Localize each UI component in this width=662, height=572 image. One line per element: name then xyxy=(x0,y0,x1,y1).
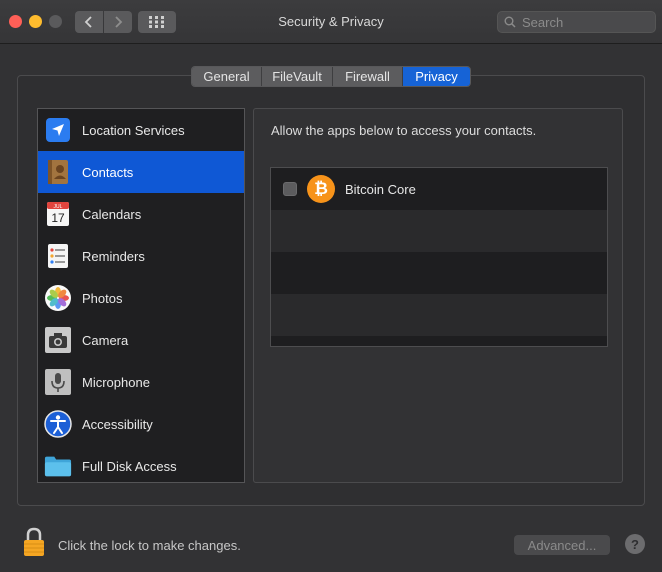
app-name: Bitcoin Core xyxy=(345,181,416,197)
lock-hint-text: Click the lock to make changes. xyxy=(58,538,241,553)
tab-filevault[interactable]: FileVault xyxy=(262,67,333,86)
tab-privacy[interactable]: Privacy xyxy=(403,67,470,86)
tab-firewall[interactable]: Firewall xyxy=(333,67,403,86)
calendar-icon: JUL 17 xyxy=(44,200,72,228)
contacts-book-icon xyxy=(44,158,72,186)
sidebar-item-camera[interactable]: Camera xyxy=(38,319,244,361)
accessibility-icon xyxy=(44,410,72,438)
empty-list-row xyxy=(271,252,607,294)
calendar-icon-day: 17 xyxy=(51,211,65,225)
access-description: Allow the apps below to access your cont… xyxy=(271,123,537,138)
sidebar-item-reminders[interactable]: Reminders xyxy=(38,235,244,277)
tab-general[interactable]: General xyxy=(192,67,262,86)
tab-bar: General FileVault Firewall Privacy xyxy=(191,66,471,87)
sidebar-item-label: Contacts xyxy=(82,164,134,180)
microphone-icon xyxy=(44,368,72,396)
sidebar-item-label: Microphone xyxy=(82,374,150,390)
calendar-icon-month: JUL xyxy=(54,204,63,210)
sidebar-item-full-disk-access[interactable]: Full Disk Access xyxy=(38,445,244,487)
sidebar-item-label: Location Services xyxy=(82,122,185,138)
sidebar-item-calendars[interactable]: JUL 17 Calendars xyxy=(38,193,244,235)
search-icon xyxy=(504,16,516,28)
sidebar-item-contacts[interactable]: Contacts xyxy=(38,151,244,193)
search-input[interactable] xyxy=(522,14,647,30)
title-bar: Security & Privacy xyxy=(0,0,662,44)
sidebar-item-photos[interactable]: Photos xyxy=(38,277,244,319)
photos-flower-icon xyxy=(44,284,72,312)
sidebar-item-accessibility[interactable]: Accessibility xyxy=(38,403,244,445)
sidebar-item-label: Reminders xyxy=(82,248,145,264)
app-access-checkbox[interactable] xyxy=(283,182,297,196)
sidebar-item-label: Calendars xyxy=(82,206,142,222)
bitcoin-icon: ₿ xyxy=(307,175,335,203)
help-button[interactable]: ? xyxy=(625,534,645,554)
search-field[interactable] xyxy=(497,11,656,33)
location-arrow-icon xyxy=(44,116,72,144)
empty-list-row xyxy=(271,210,607,252)
sidebar-item-label: Camera xyxy=(82,332,129,348)
empty-list-row xyxy=(271,294,607,336)
sidebar-item-location-services[interactable]: Location Services xyxy=(38,109,244,151)
advanced-button[interactable]: Advanced... xyxy=(514,535,610,555)
privacy-category-list: Location Services Contacts JUL 17 Calend… xyxy=(37,108,245,483)
app-row[interactable]: ₿ Bitcoin Core xyxy=(271,168,607,210)
privacy-detail-panel: Allow the apps below to access your cont… xyxy=(253,108,623,483)
camera-icon xyxy=(44,326,72,354)
sidebar-item-label: Accessibility xyxy=(82,416,153,432)
sidebar-item-microphone[interactable]: Microphone xyxy=(38,361,244,403)
lock-icon[interactable] xyxy=(22,527,46,557)
app-list: ₿ Bitcoin Core xyxy=(270,167,608,347)
sidebar-item-label: Photos xyxy=(82,290,123,306)
sidebar-item-label: Full Disk Access xyxy=(82,458,177,474)
folder-icon xyxy=(44,452,72,480)
reminders-list-icon xyxy=(44,242,72,270)
